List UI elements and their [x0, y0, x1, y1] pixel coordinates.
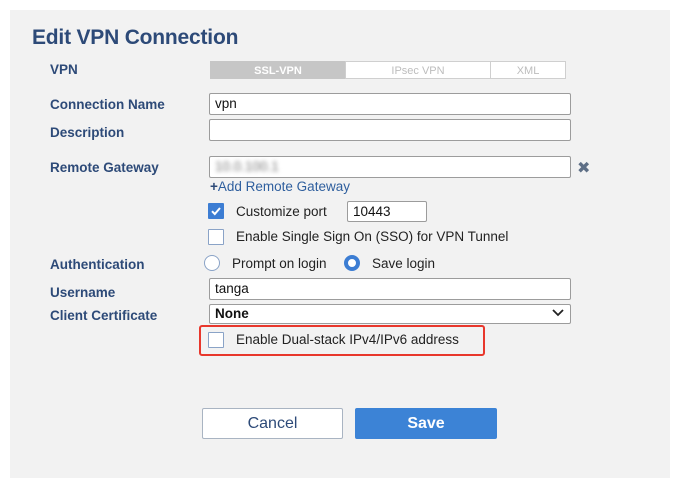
sso-label: Enable Single Sign On (SSO) for VPN Tunn…: [236, 229, 509, 244]
remote-gateway-label: Remote Gateway: [50, 160, 159, 175]
port-input[interactable]: 10443: [347, 201, 427, 222]
save-login-label: Save login: [372, 256, 436, 271]
add-remote-gateway-link[interactable]: +Add Remote Gateway: [210, 179, 350, 194]
remove-gateway-icon[interactable]: ✖: [577, 158, 590, 178]
dual-stack-label: Enable Dual-stack IPv4/IPv6 address: [236, 332, 459, 347]
customize-port-label: Customize port: [236, 204, 327, 219]
client-certificate-label: Client Certificate: [50, 308, 158, 323]
save-login-radio[interactable]: [344, 255, 360, 271]
save-button[interactable]: Save: [355, 408, 497, 439]
prompt-on-login-label: Prompt on login: [232, 256, 327, 271]
description-input[interactable]: [209, 119, 571, 141]
dialog-title: Edit VPN Connection: [32, 26, 239, 49]
vpn-label: VPN: [50, 62, 78, 77]
check-icon: [211, 207, 221, 216]
cancel-button[interactable]: Cancel: [202, 408, 343, 439]
tab-ipsec-vpn[interactable]: IPsec VPN: [345, 61, 491, 79]
authentication-label: Authentication: [50, 257, 145, 272]
chevron-down-icon: [552, 309, 564, 317]
connection-name-input[interactable]: vpn: [209, 93, 571, 115]
description-label: Description: [50, 125, 125, 140]
customize-port-checkbox[interactable]: [208, 203, 224, 219]
client-certificate-value: None: [215, 306, 249, 321]
tab-ssl-vpn[interactable]: SSL-VPN: [210, 61, 346, 79]
client-certificate-select[interactable]: None: [209, 304, 571, 324]
username-label: Username: [50, 285, 116, 300]
remote-gateway-value: 10.0.100.1: [215, 159, 279, 174]
remote-gateway-input[interactable]: 10.0.100.1: [209, 156, 571, 178]
add-remote-gateway-label: Add Remote Gateway: [217, 179, 350, 194]
plus-icon: +: [210, 179, 218, 194]
tab-xml[interactable]: XML: [490, 61, 566, 79]
prompt-on-login-radio[interactable]: [204, 255, 220, 271]
sso-checkbox[interactable]: [208, 229, 224, 245]
username-input[interactable]: tanga: [209, 278, 571, 300]
connection-name-label: Connection Name: [50, 97, 165, 112]
dual-stack-checkbox[interactable]: [208, 332, 224, 348]
